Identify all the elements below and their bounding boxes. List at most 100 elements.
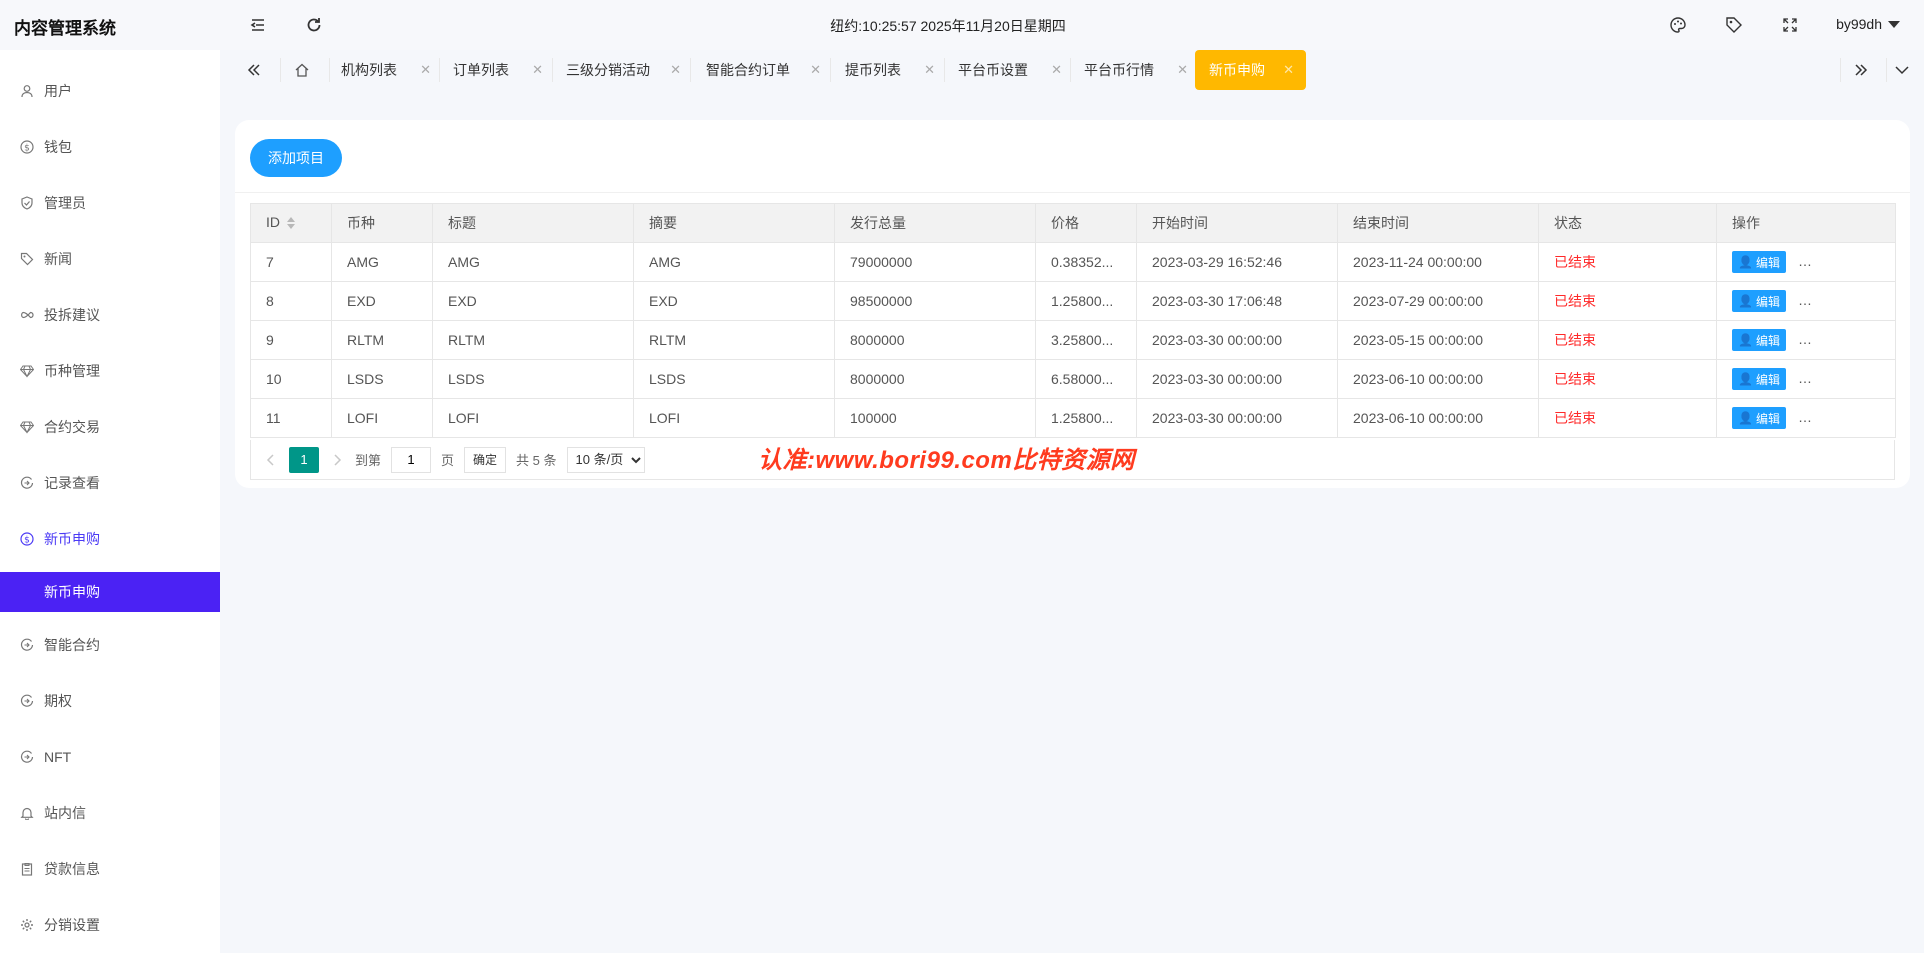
tab-new-coin-subscription[interactable]: 新币申购 ✕: [1195, 50, 1306, 90]
fullscreen-icon[interactable]: [1778, 13, 1802, 37]
tag-icon: [20, 252, 34, 266]
add-project-button[interactable]: 添加项目: [250, 139, 342, 177]
sidebar-item-label: 用户: [44, 83, 72, 99]
sidebar-item-loans[interactable]: 贷款信息: [0, 849, 220, 889]
next-page-icon[interactable]: [329, 452, 345, 468]
circle-arrow-icon: [20, 694, 34, 708]
cell-id: 9: [250, 320, 332, 360]
cell-start-time: 2023-03-29 16:52:46: [1136, 242, 1338, 282]
cell-total: 100000: [834, 398, 1036, 438]
user-icon: 👤: [1738, 294, 1753, 308]
sidebar-item-coin-management[interactable]: 币种管理: [0, 351, 220, 391]
infinity-icon: [20, 308, 34, 322]
tab-label: 三级分销活动: [566, 62, 650, 78]
edit-button[interactable]: 👤 编辑: [1732, 290, 1786, 312]
sidebar-item-smart-contract[interactable]: 智能合约: [0, 625, 220, 665]
tag-icon[interactable]: [1722, 13, 1746, 37]
sidebar: 用户 $ 钱包 管理员 新闻 投拆建议 币种管理 合约交易 记录查看 $ 新币申…: [0, 50, 220, 953]
page-size-select[interactable]: 10 条/页: [566, 446, 645, 473]
goto-label: 到第: [355, 453, 382, 468]
sidebar-item-admins[interactable]: 管理员: [0, 183, 220, 223]
cell-title: LOFI: [432, 398, 634, 438]
sidebar-item-news[interactable]: 新闻: [0, 239, 220, 279]
cell-coin: LSDS: [331, 359, 433, 399]
current-page[interactable]: 1: [289, 446, 319, 473]
tab-separator: [329, 58, 330, 82]
goto-confirm-button[interactable]: 确定: [464, 446, 507, 473]
col-header-status: 状态: [1538, 203, 1717, 243]
page-unit-label: 页: [441, 453, 455, 468]
cell-end-time: 2023-11-24 00:00:00: [1337, 242, 1539, 282]
edit-button[interactable]: 👤 编辑: [1732, 407, 1786, 429]
tab-three-level-distribution[interactable]: 三级分销活动 ✕: [566, 50, 681, 90]
sidebar-item-nft[interactable]: NFT: [0, 737, 220, 777]
edit-button[interactable]: 👤 编辑: [1732, 329, 1786, 351]
tab-separator: [280, 58, 281, 82]
sidebar-item-options[interactable]: 期权: [0, 681, 220, 721]
circle-arrow-icon: [20, 476, 34, 490]
cell-end-time: 2023-06-10 00:00:00: [1337, 359, 1539, 399]
cell-price: 0.38352...: [1035, 242, 1137, 282]
sort-icon[interactable]: [286, 216, 296, 232]
tab-label: 订单列表: [453, 62, 509, 78]
sidebar-item-label: 合约交易: [44, 419, 100, 435]
user-icon: 👤: [1738, 411, 1753, 425]
close-icon[interactable]: ✕: [670, 62, 681, 78]
edit-button[interactable]: 👤 编辑: [1732, 251, 1786, 273]
tab-withdraw-list[interactable]: 提币列表 ✕: [845, 50, 935, 90]
sidebar-item-label: NFT: [44, 749, 72, 765]
prev-page-icon[interactable]: [263, 452, 279, 468]
cell-summary: RLTM: [633, 320, 835, 360]
sidebar-item-messages[interactable]: 站内信: [0, 793, 220, 833]
sidebar-item-new-coin-subscription[interactable]: $ 新币申购: [0, 519, 220, 559]
tabs-menu-chevron-down-icon[interactable]: [1894, 50, 1918, 90]
cell-title: RLTM: [432, 320, 634, 360]
sidebar-item-wallet[interactable]: $ 钱包: [0, 127, 220, 167]
col-header-id[interactable]: ID: [250, 203, 332, 243]
cell-summary: LOFI: [633, 398, 835, 438]
sidebar-item-records[interactable]: 记录查看: [0, 463, 220, 503]
close-icon[interactable]: ✕: [924, 62, 935, 78]
tab-smart-contract-orders[interactable]: 智能合约订单 ✕: [706, 50, 821, 90]
close-icon[interactable]: ✕: [420, 62, 431, 78]
cell-total: 98500000: [834, 281, 1036, 321]
sidebar-item-suggestions[interactable]: 投拆建议: [0, 295, 220, 335]
view-orders-label: 查看订单: [1821, 411, 1870, 426]
user-menu[interactable]: by99dh: [1836, 16, 1900, 32]
tabs-scroll-right-icon[interactable]: [1853, 50, 1877, 90]
edit-button[interactable]: 👤 编辑: [1732, 368, 1786, 390]
sidebar-item-users[interactable]: 用户: [0, 71, 220, 111]
sidebar-subitem-new-coin-subscription[interactable]: 新币申购: [0, 572, 220, 612]
cell-actions: 👤编辑👤 查看订单: [1716, 320, 1896, 360]
tabs-scroll-left-icon[interactable]: [246, 50, 270, 90]
sidebar-item-contract-trading[interactable]: 合约交易: [0, 407, 220, 447]
tab-institution-list[interactable]: 机构列表 ✕: [341, 50, 431, 90]
tab-separator: [552, 58, 553, 82]
view-orders-label: 查看订单: [1821, 255, 1870, 270]
tab-label: 平台币设置: [958, 62, 1028, 78]
clipboard-icon: [20, 862, 34, 876]
cell-coin: RLTM: [331, 320, 433, 360]
sidebar-item-distribution-settings[interactable]: 分销设置: [0, 905, 220, 945]
goto-page-input[interactable]: [391, 446, 432, 473]
cell-price: 1.25800...: [1035, 398, 1137, 438]
table-header-row: ID 币种 标题 摘要 发行总量 价格 开始时间 结束时间 状态 操作: [250, 203, 1896, 243]
edit-label: 编辑: [1755, 255, 1780, 270]
edit-label: 编辑: [1755, 372, 1780, 387]
gear-icon: [20, 918, 34, 932]
close-icon[interactable]: ✕: [1283, 62, 1294, 78]
tab-platform-coin-settings[interactable]: 平台币设置 ✕: [958, 50, 1062, 90]
tab-platform-coin-market[interactable]: 平台币行情 ✕: [1084, 50, 1188, 90]
close-icon[interactable]: ✕: [810, 62, 821, 78]
theme-palette-icon[interactable]: [1666, 13, 1690, 37]
close-icon[interactable]: ✕: [1051, 62, 1062, 78]
close-icon[interactable]: ✕: [532, 62, 543, 78]
diamond-icon: [20, 364, 34, 378]
col-header-end-time: 结束时间: [1337, 203, 1539, 243]
home-icon[interactable]: [294, 50, 318, 90]
cell-total: 8000000: [834, 359, 1036, 399]
sidebar-item-label: 贷款信息: [44, 861, 100, 877]
tab-order-list[interactable]: 订单列表 ✕: [453, 50, 543, 90]
close-icon[interactable]: ✕: [1177, 62, 1188, 78]
tab-separator: [944, 58, 945, 82]
